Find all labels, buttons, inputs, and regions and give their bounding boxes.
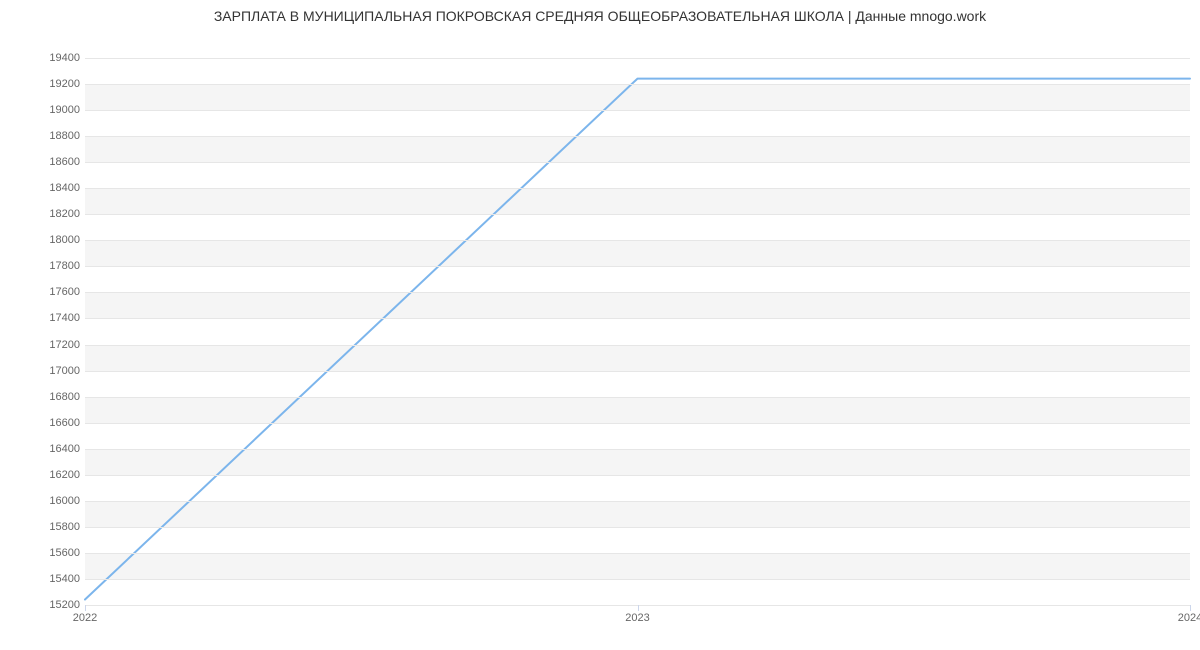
- y-axis-tick-label: 17800: [20, 260, 80, 272]
- y-axis-tick-label: 18400: [20, 182, 80, 194]
- y-axis-tick-label: 18200: [20, 208, 80, 220]
- chart-container: ЗАРПЛАТА В МУНИЦИПАЛЬНАЯ ПОКРОВСКАЯ СРЕД…: [0, 0, 1200, 650]
- grid-line: [85, 318, 1190, 319]
- grid-line: [85, 553, 1190, 554]
- y-axis-tick-label: 16000: [20, 495, 80, 507]
- grid-line: [85, 449, 1190, 450]
- y-axis-tick-label: 15600: [20, 547, 80, 559]
- y-axis-tick-label: 15800: [20, 521, 80, 533]
- y-axis-tick-label: 19400: [20, 52, 80, 64]
- grid-line: [85, 292, 1190, 293]
- grid-line: [85, 397, 1190, 398]
- grid-line: [85, 579, 1190, 580]
- y-axis-tick-label: 17200: [20, 339, 80, 351]
- y-axis-tick-label: 16400: [20, 443, 80, 455]
- y-axis-tick-label: 17600: [20, 286, 80, 298]
- x-axis-tick: [1190, 605, 1191, 611]
- grid-line: [85, 501, 1190, 502]
- y-axis-tick-label: 19200: [20, 78, 80, 90]
- y-axis-tick-label: 18800: [20, 130, 80, 142]
- grid-line: [85, 371, 1190, 372]
- x-axis-tick: [85, 605, 86, 611]
- plot-area: [85, 45, 1190, 606]
- grid-line: [85, 423, 1190, 424]
- grid-line: [85, 188, 1190, 189]
- y-axis-tick-label: 17400: [20, 312, 80, 324]
- x-axis-tick-label: 2024: [1178, 612, 1200, 624]
- y-axis-tick-label: 17000: [20, 365, 80, 377]
- grid-line: [85, 266, 1190, 267]
- grid-line: [85, 345, 1190, 346]
- y-axis-tick-label: 15400: [20, 573, 80, 585]
- y-axis-tick-label: 18000: [20, 234, 80, 246]
- grid-line: [85, 58, 1190, 59]
- x-axis-tick-label: 2022: [73, 612, 97, 624]
- line-series: [85, 45, 1190, 605]
- grid-line: [85, 214, 1190, 215]
- grid-line: [85, 136, 1190, 137]
- grid-line: [85, 527, 1190, 528]
- x-axis-tick-label: 2023: [625, 612, 649, 624]
- grid-line: [85, 475, 1190, 476]
- y-axis-tick-label: 16600: [20, 417, 80, 429]
- y-axis-tick-label: 16800: [20, 391, 80, 403]
- y-axis-tick-label: 16200: [20, 469, 80, 481]
- y-axis-tick-label: 19000: [20, 104, 80, 116]
- grid-line: [85, 162, 1190, 163]
- x-axis-tick: [638, 605, 639, 611]
- y-axis-tick-label: 15200: [20, 599, 80, 611]
- grid-line: [85, 240, 1190, 241]
- y-axis-tick-label: 18600: [20, 156, 80, 168]
- chart-title: ЗАРПЛАТА В МУНИЦИПАЛЬНАЯ ПОКРОВСКАЯ СРЕД…: [0, 8, 1200, 24]
- grid-line: [85, 84, 1190, 85]
- grid-line: [85, 110, 1190, 111]
